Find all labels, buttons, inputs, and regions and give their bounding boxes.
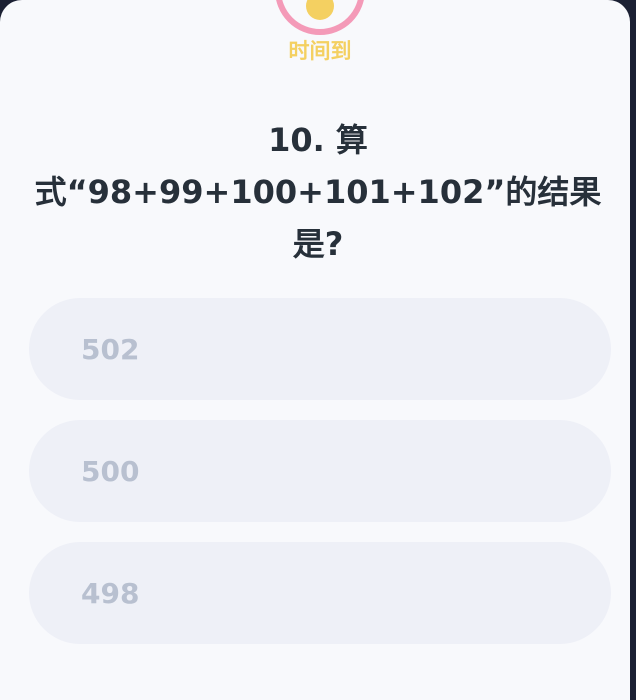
timer-icon <box>276 0 364 35</box>
answer-options: 502 500 498 <box>29 298 611 664</box>
option-label: 500 <box>81 454 140 488</box>
timer-label: 时间到 <box>288 39 352 63</box>
option-label: 498 <box>81 576 140 610</box>
quiz-card: 时间到 10. 算式“98+99+100+101+102”的结果是? 502 5… <box>0 0 630 700</box>
option-498[interactable]: 498 <box>29 542 611 644</box>
option-502[interactable]: 502 <box>29 298 611 400</box>
option-label: 502 <box>81 332 140 366</box>
option-500[interactable]: 500 <box>29 420 611 522</box>
question-text: 10. 算式“98+99+100+101+102”的结果是? <box>34 121 602 263</box>
